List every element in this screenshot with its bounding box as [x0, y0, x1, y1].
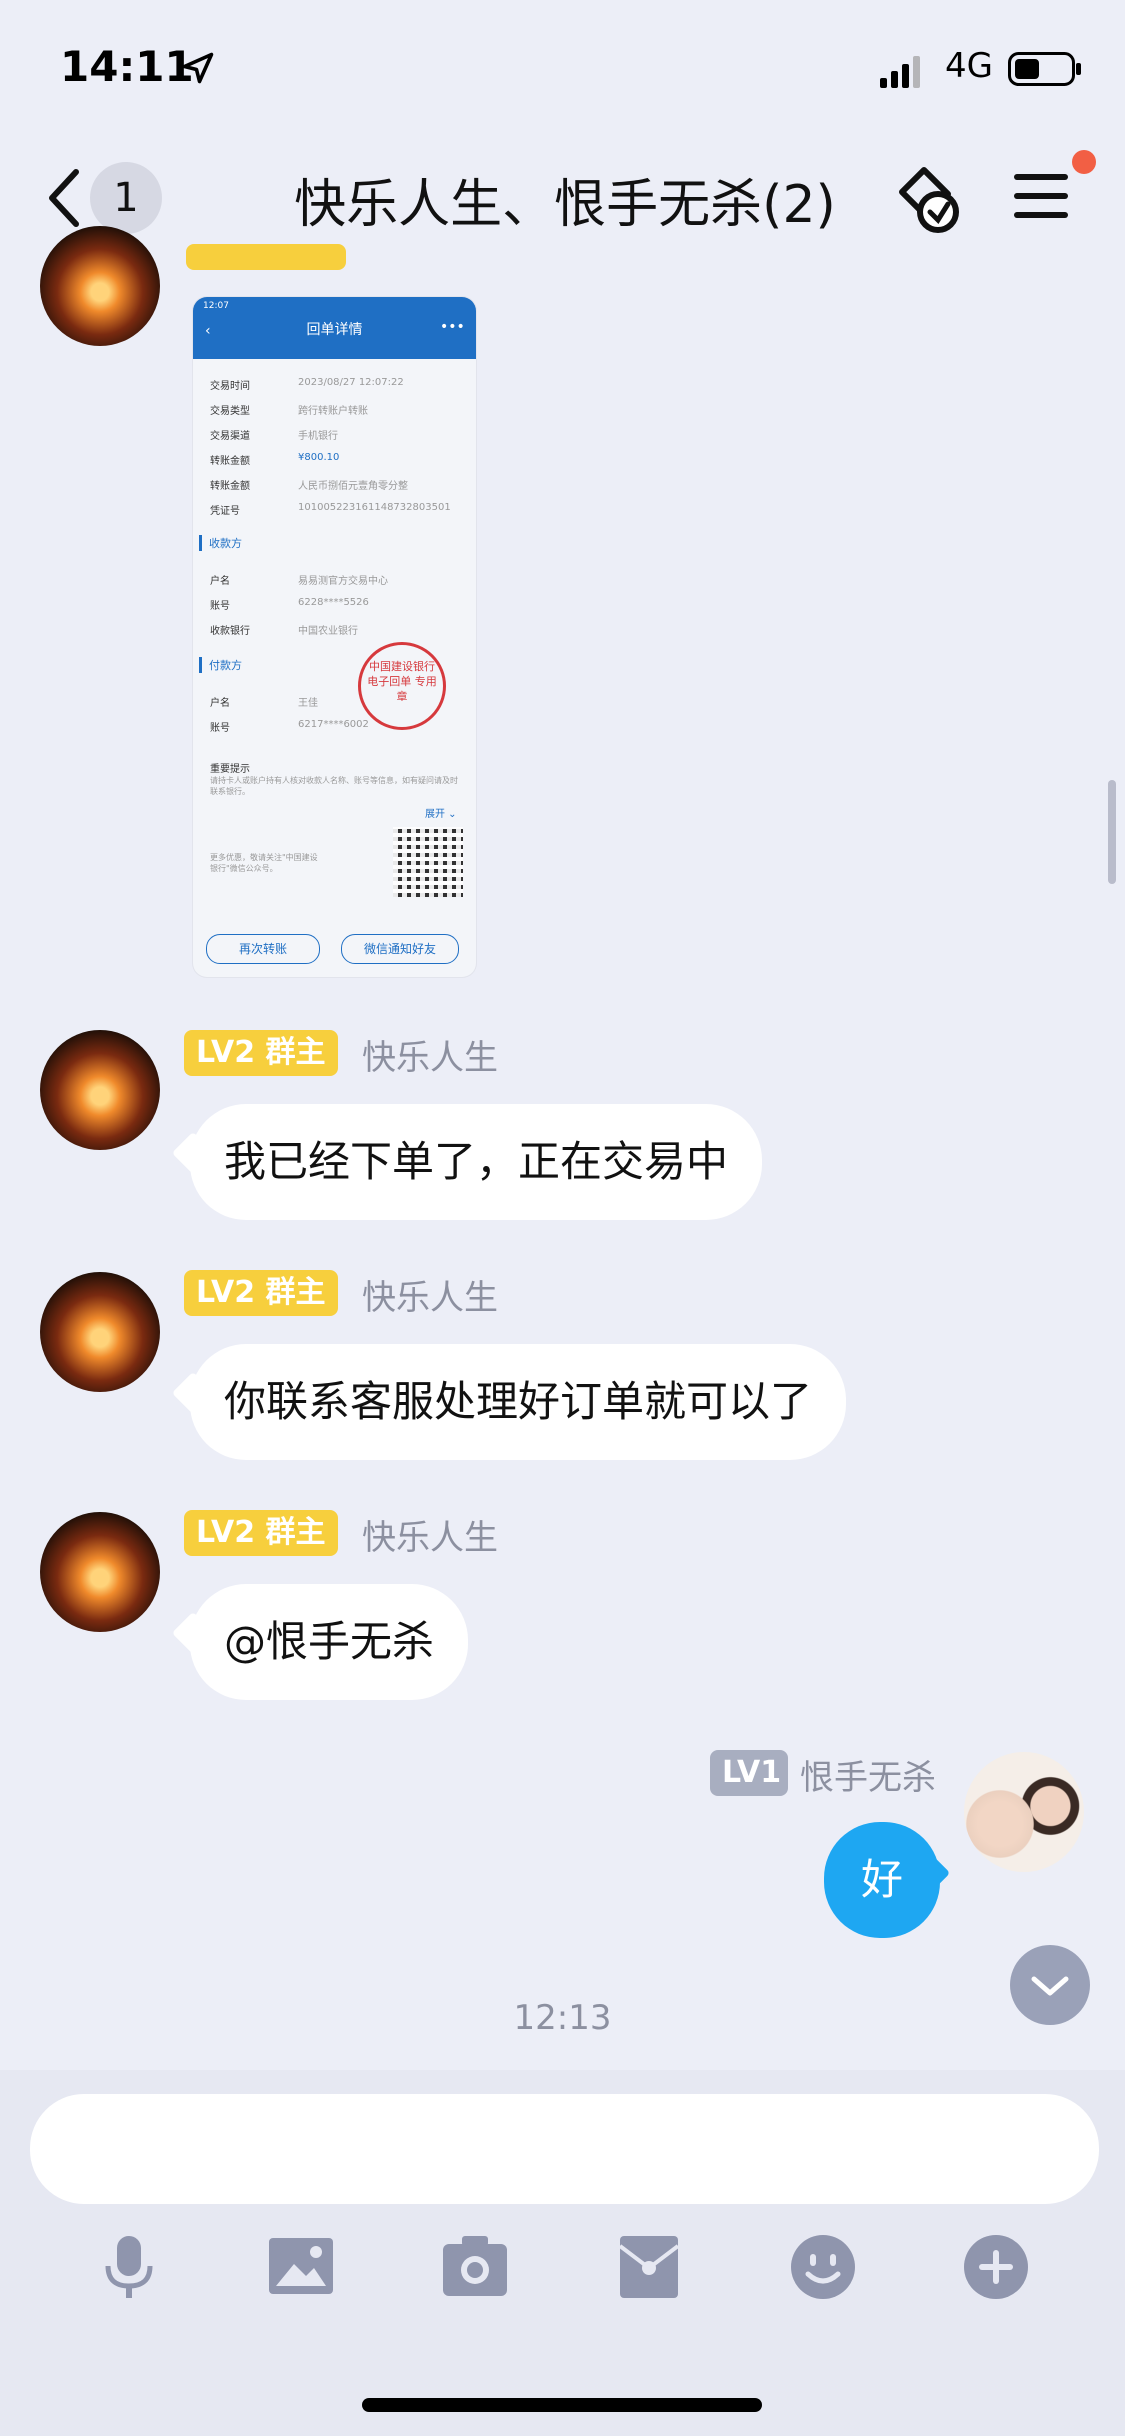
- my-avatar[interactable]: [964, 1752, 1084, 1872]
- microphone-icon[interactable]: [94, 2232, 164, 2302]
- battery-icon: [1008, 52, 1081, 86]
- receipt-status-time: 12:07: [203, 301, 229, 311]
- receipt-notice-text: 请持卡人或账户持有人核对收款人名称、账号等信息，如有疑问请及时联系银行。: [210, 776, 458, 796]
- message-timestamp: 12:13: [513, 1998, 612, 2038]
- emoji-icon[interactable]: [788, 2232, 858, 2302]
- sender-name: 快乐人生: [362, 1518, 498, 1558]
- menu-icon[interactable]: [1012, 168, 1070, 224]
- avatar[interactable]: [40, 1512, 160, 1632]
- status-time: 14:11: [60, 42, 194, 91]
- receipt-more-text: 更多优惠，敬请关注"中国建设银行"微信公众号。: [210, 853, 318, 873]
- receipt-payee-section: 收款方: [199, 535, 242, 551]
- receipt-title: 回单详情: [306, 322, 363, 338]
- plus-icon[interactable]: [961, 2232, 1031, 2302]
- sender-name: 快乐人生: [362, 1278, 498, 1318]
- owner-badge: LV2 群主: [184, 1270, 338, 1316]
- receipt-row: 收款银行 中国农业银行: [210, 626, 358, 637]
- receipt-image[interactable]: 12:07 ‹ 回单详情 ••• 交易时间 2023/08/27 12:07:22…: [193, 297, 476, 977]
- level-badge: LV1: [710, 1750, 788, 1796]
- sender-name: 恨手无杀: [800, 1758, 936, 1798]
- notify-friend-button: 微信通知好友: [341, 934, 459, 964]
- receipt-row: 转账金额 ¥800.10: [210, 452, 340, 467]
- receipt-row: 交易类型 跨行转账户转账: [210, 406, 368, 417]
- transfer-again-button: 再次转账: [206, 934, 320, 964]
- message-input[interactable]: [30, 2094, 1099, 2204]
- message-bubble[interactable]: @恨手无杀: [190, 1584, 469, 1700]
- receipt-row: 交易时间 2023/08/27 12:07:22: [210, 377, 404, 392]
- receipt-row: 户名 王佳: [210, 698, 318, 709]
- back-arrow-icon[interactable]: [44, 168, 84, 228]
- receipt-row: 凭证号 101005223161148732803501: [210, 502, 451, 517]
- signal-icon: [880, 56, 920, 88]
- receipt-payer-section: 付款方: [199, 657, 242, 673]
- receipt-notice-title: 重要提示: [210, 764, 250, 775]
- unread-count-badge[interactable]: 1: [90, 162, 162, 234]
- message-bubble[interactable]: 你联系客服处理好订单就可以了: [190, 1344, 847, 1460]
- receipt-row: 户名 易易测官方交易中心: [210, 576, 388, 587]
- message-bubble[interactable]: 我已经下单了，正在交易中: [190, 1104, 763, 1220]
- owner-badge: LV2 群主: [184, 1510, 338, 1556]
- red-packet-icon[interactable]: [614, 2232, 684, 2302]
- location-arrow-icon: [182, 52, 214, 84]
- qr-code: [393, 827, 463, 897]
- scrollbar-thumb[interactable]: [1108, 780, 1116, 884]
- chat-title: 快乐人生、恨手无杀(2): [294, 175, 836, 235]
- receipt-expand: 展开 ⌄: [425, 809, 457, 820]
- receipt-row: 账号 6217****6002: [210, 719, 369, 734]
- sender-name: 快乐人生: [362, 1038, 498, 1078]
- receipt-more-icon: •••: [440, 319, 465, 335]
- home-indicator[interactable]: [362, 2398, 762, 2412]
- my-message-bubble[interactable]: 好: [824, 1822, 940, 1938]
- avatar[interactable]: [40, 1030, 160, 1150]
- image-icon[interactable]: [266, 2232, 336, 2302]
- bank-stamp: 中国建设银行 电子回单 专用章: [358, 642, 446, 730]
- avatar[interactable]: [40, 226, 160, 346]
- camera-icon[interactable]: [440, 2232, 510, 2302]
- group-settings-icon[interactable]: [890, 162, 970, 242]
- avatar[interactable]: [40, 1272, 160, 1392]
- receipt-row: 转账金额 人民币捌佰元壹角零分整: [210, 481, 408, 492]
- owner-badge: LV2 群主: [184, 1030, 338, 1076]
- receipt-row: 交易渠道 手机银行: [210, 431, 338, 442]
- receipt-row: 账号 6228****5526: [210, 597, 369, 612]
- network-type: 4G: [945, 46, 993, 86]
- owner-badge-partial: [186, 244, 346, 270]
- notification-dot: [1072, 150, 1096, 174]
